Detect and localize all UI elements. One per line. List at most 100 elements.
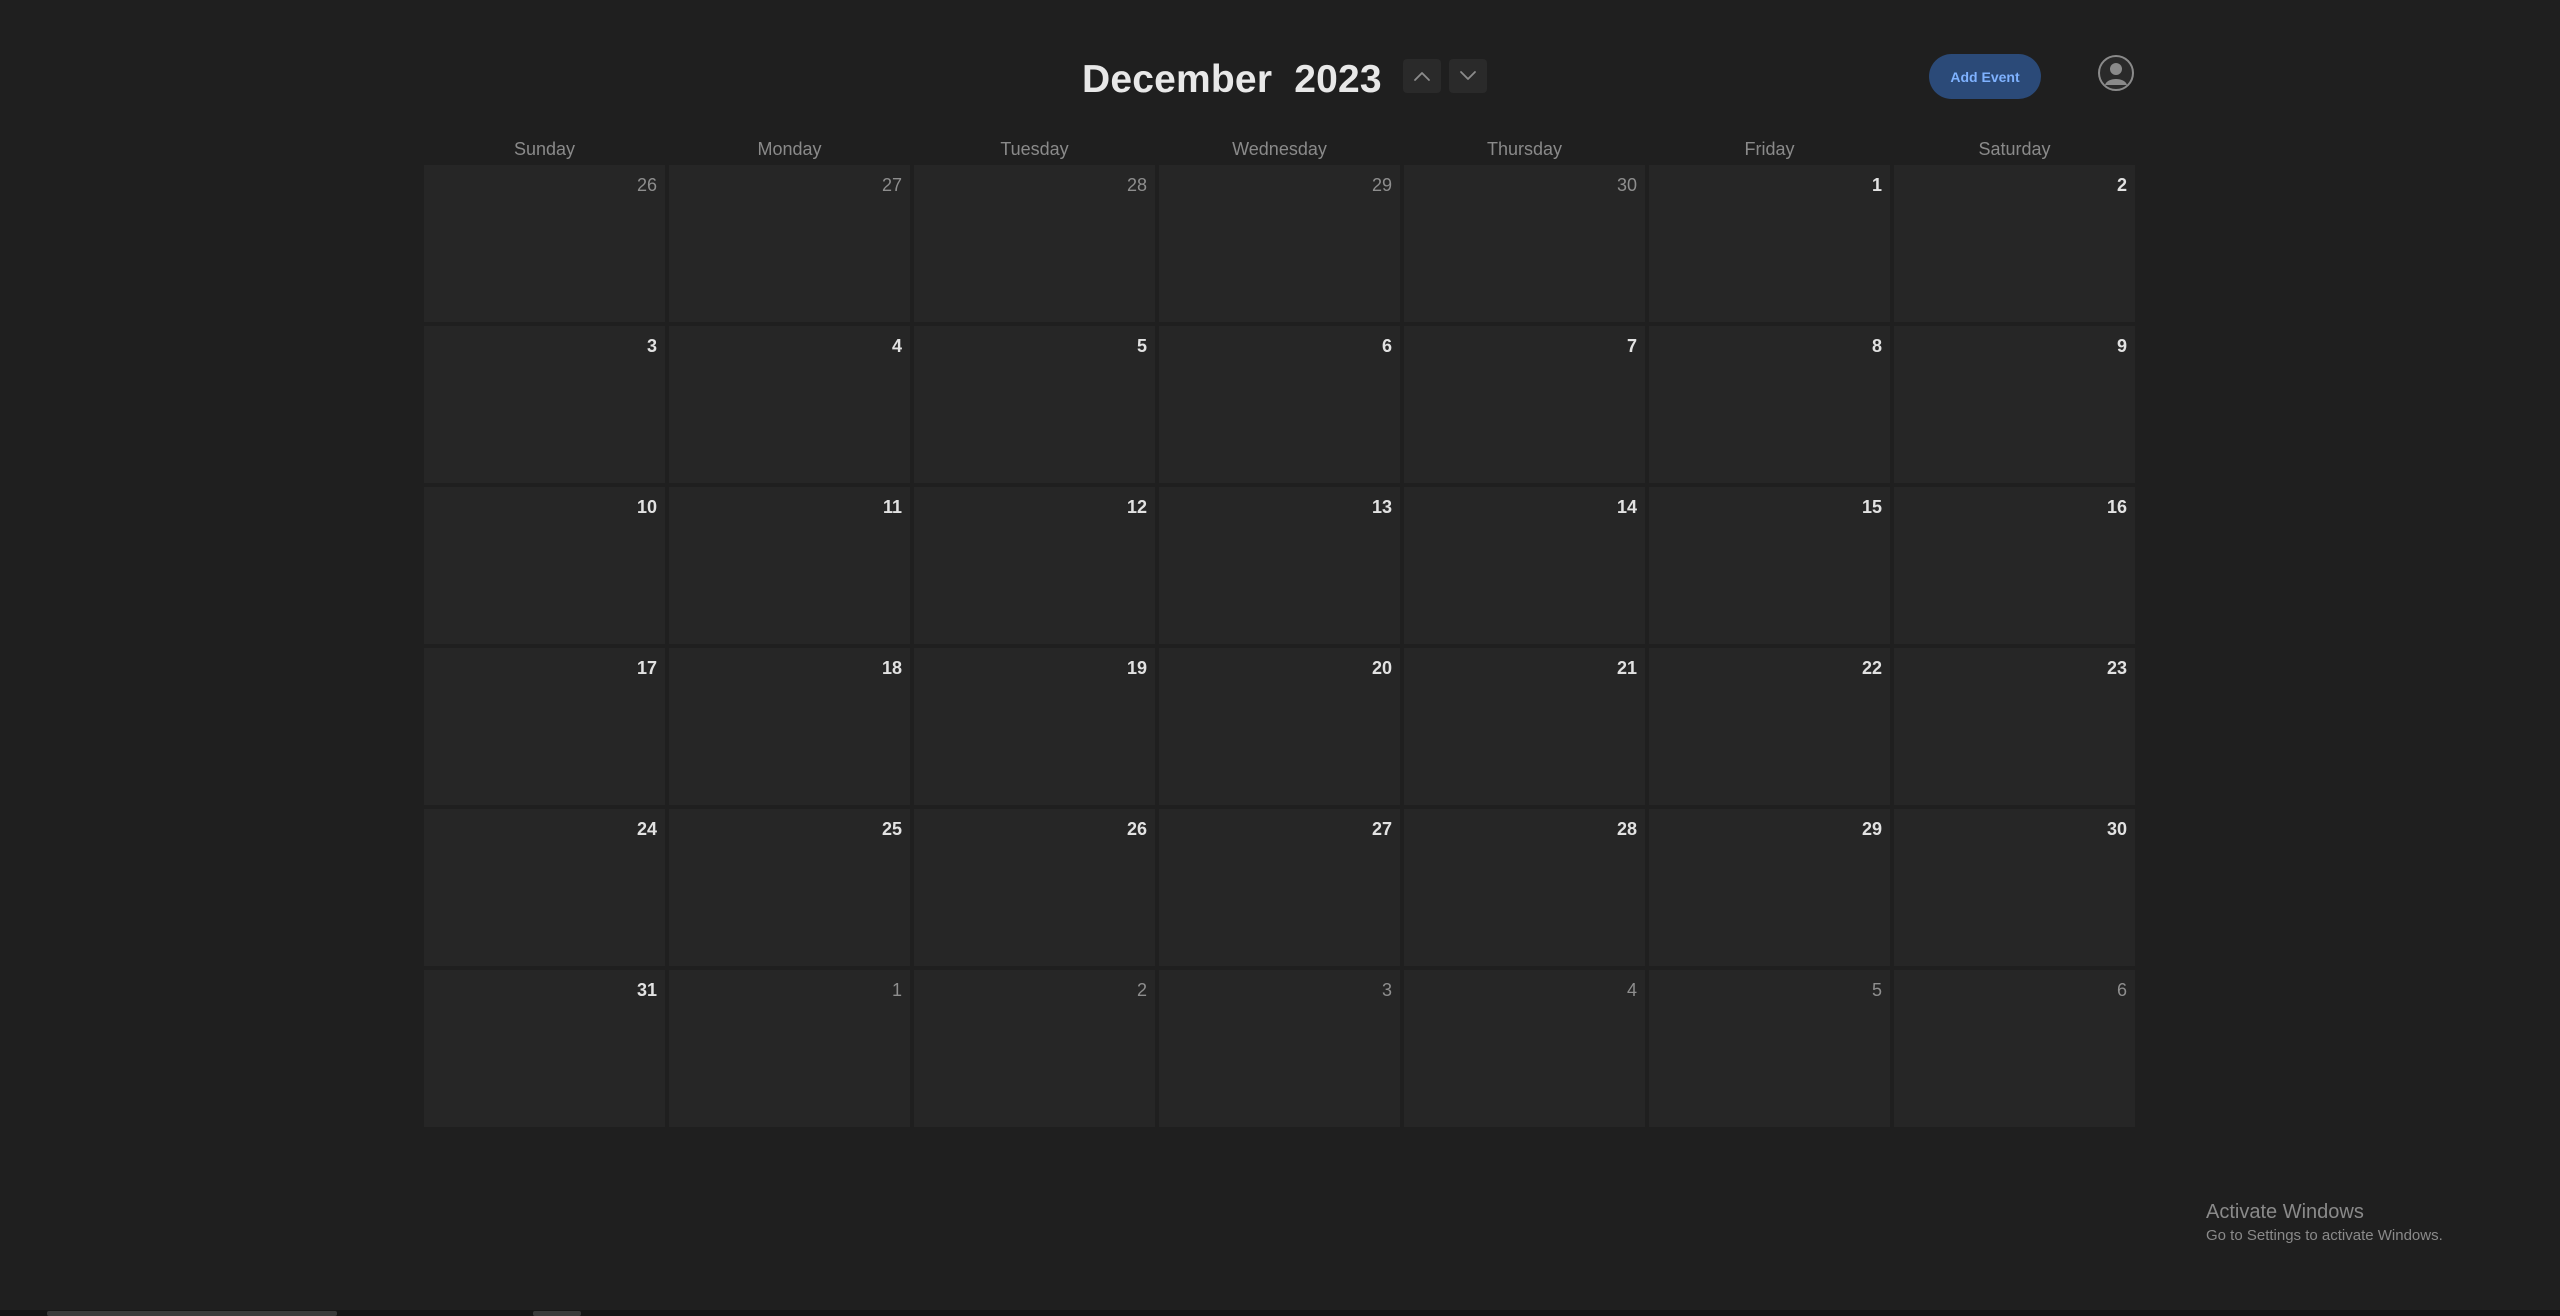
weekday-label-tuesday: Tuesday <box>1000 139 1069 159</box>
day-cell[interactable]: 26 <box>914 809 1155 966</box>
add-event-button[interactable]: Add Event <box>1929 54 2041 99</box>
day-cell[interactable]: 1 <box>1649 165 1890 322</box>
day-number: 20 <box>1371 658 1392 678</box>
day-number: 2 <box>2116 175 2127 195</box>
day-cell[interactable]: 23 <box>1894 648 2135 805</box>
horizontal-scrollbar-segment[interactable] <box>533 1311 581 1316</box>
day-number: 18 <box>881 658 902 678</box>
day-number: 15 <box>1861 497 1882 517</box>
day-cell[interactable]: 5 <box>914 326 1155 483</box>
day-cell[interactable]: 3 <box>1159 970 1400 1127</box>
activate-windows-watermark: Activate Windows Go to Settings to activ… <box>2206 1199 2443 1247</box>
day-cell[interactable]: 16 <box>1894 487 2135 644</box>
day-cell[interactable]: 27 <box>1159 809 1400 966</box>
day-cell[interactable]: 6 <box>1159 326 1400 483</box>
day-cell[interactable]: 18 <box>669 648 910 805</box>
day-number: 22 <box>1861 658 1882 678</box>
day-cell[interactable]: 6 <box>1894 970 2135 1127</box>
day-cell[interactable]: 28 <box>1404 809 1645 966</box>
chevron-up-icon <box>1414 72 1430 81</box>
day-number: 19 <box>1126 658 1147 678</box>
day-number: 25 <box>881 819 902 839</box>
day-cell[interactable]: 22 <box>1649 648 1890 805</box>
day-cell[interactable]: 5 <box>1649 970 1890 1127</box>
day-cell[interactable]: 31 <box>424 970 665 1127</box>
weekday-label-monday: Monday <box>757 139 822 159</box>
day-cell[interactable]: 26 <box>424 165 665 322</box>
day-cell[interactable]: 27 <box>669 165 910 322</box>
day-cell[interactable]: 17 <box>424 648 665 805</box>
day-cell[interactable]: 25 <box>669 809 910 966</box>
calendar-grid: 26 27 28 29 30 1 2 3 4 5 6 7 8 9 10 11 12 13 14 15 16 17 18 19 2… <box>424 165 2136 1128</box>
day-number: 21 <box>1616 658 1637 678</box>
day-number: 31 <box>636 980 657 1000</box>
day-cell[interactable]: 19 <box>914 648 1155 805</box>
day-cell[interactable]: 29 <box>1159 165 1400 322</box>
day-cell[interactable]: 24 <box>424 809 665 966</box>
day-number: 28 <box>1616 819 1637 839</box>
day-number: 6 <box>2116 980 2127 1000</box>
weekday-label-friday: Friday <box>1744 139 1795 159</box>
horizontal-scrollbar-track[interactable] <box>0 1310 2560 1316</box>
day-cell[interactable]: 20 <box>1159 648 1400 805</box>
day-cell[interactable]: 2 <box>1894 165 2135 322</box>
day-number: 7 <box>1626 336 1637 356</box>
weekday-label-sunday: Sunday <box>513 139 576 159</box>
day-cell[interactable]: 3 <box>424 326 665 483</box>
day-number: 12 <box>1126 497 1147 517</box>
day-number: 3 <box>1381 980 1392 1000</box>
weekday-label-thursday: Thursday <box>1486 139 1563 159</box>
day-cell[interactable]: 13 <box>1159 487 1400 644</box>
day-cell[interactable]: 2 <box>914 970 1155 1127</box>
day-number: 17 <box>636 658 657 678</box>
day-number: 24 <box>636 819 657 839</box>
day-number: 14 <box>1616 497 1637 517</box>
day-cell[interactable]: 12 <box>914 487 1155 644</box>
user-avatar-button[interactable] <box>2097 54 2135 92</box>
day-cell[interactable]: 11 <box>669 487 910 644</box>
month-year-title: December 2023 <box>1082 50 1382 110</box>
day-cell[interactable]: 4 <box>669 326 910 483</box>
day-number: 30 <box>1616 175 1637 195</box>
day-number: 29 <box>1371 175 1392 195</box>
day-number: 26 <box>636 175 657 195</box>
watermark-subtitle: Go to Settings to activate Windows. <box>2206 1227 2443 1244</box>
day-cell[interactable]: 30 <box>1894 809 2135 966</box>
day-cell[interactable]: 15 <box>1649 487 1890 644</box>
next-month-button[interactable] <box>1449 59 1487 93</box>
day-number: 13 <box>1371 497 1392 517</box>
weekday-header-row: Sunday Monday Tuesday Wednesday Thursday Frid… <box>424 136 2136 162</box>
day-cell[interactable]: 21 <box>1404 648 1645 805</box>
day-cell[interactable]: 14 <box>1404 487 1645 644</box>
day-number: 11 <box>882 497 902 517</box>
horizontal-scrollbar-thumb[interactable] <box>47 1311 337 1316</box>
weekday-label-wednesday: Wednesday <box>1232 139 1327 159</box>
day-number: 30 <box>2106 819 2127 839</box>
weekday-label-saturday: Saturday <box>1978 139 2051 159</box>
day-number: 29 <box>1861 819 1882 839</box>
previous-month-button[interactable] <box>1403 59 1441 93</box>
day-cell[interactable]: 9 <box>1894 326 2135 483</box>
calendar-header: December 2023 Add Event <box>0 0 2560 150</box>
day-number: 4 <box>891 336 902 356</box>
day-cell[interactable]: 4 <box>1404 970 1645 1127</box>
day-number: 6 <box>1381 336 1392 356</box>
chevron-down-icon <box>1460 71 1476 80</box>
day-cell[interactable]: 8 <box>1649 326 1890 483</box>
day-cell[interactable]: 7 <box>1404 326 1645 483</box>
day-number: 28 <box>1126 175 1147 195</box>
calendar-page: December 2023 Add Event Sunday Monday Tues… <box>0 0 2560 1316</box>
day-number: 27 <box>1371 819 1392 839</box>
watermark-title: Activate Windows <box>2206 1201 2364 1223</box>
day-number: 26 <box>1126 819 1147 839</box>
day-cell[interactable]: 29 <box>1649 809 1890 966</box>
year-label: 2023 <box>1294 58 1382 101</box>
day-cell[interactable]: 1 <box>669 970 910 1127</box>
day-number: 23 <box>2106 658 2127 678</box>
day-cell[interactable]: 28 <box>914 165 1155 322</box>
day-cell[interactable]: 10 <box>424 487 665 644</box>
day-cell[interactable]: 30 <box>1404 165 1645 322</box>
day-number: 27 <box>881 175 902 195</box>
day-number: 8 <box>1871 336 1882 356</box>
day-number: 2 <box>1136 980 1147 1000</box>
